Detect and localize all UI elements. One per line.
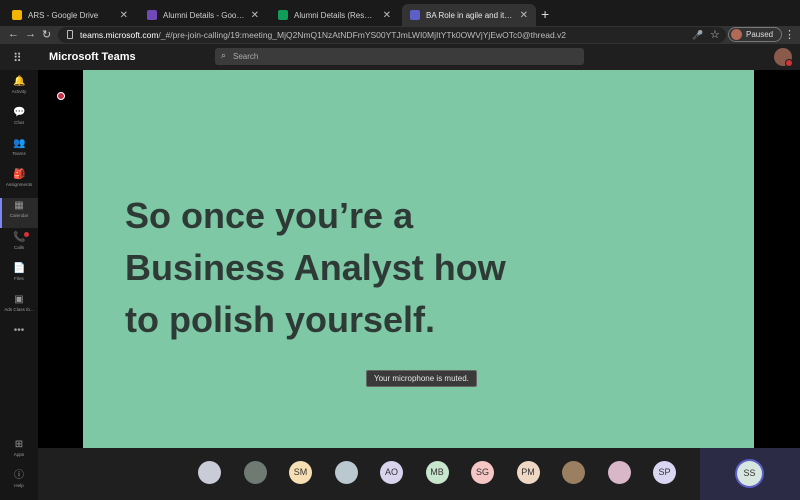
tab-favicon-icon xyxy=(410,10,420,20)
teams-icon: 👥 xyxy=(13,138,26,149)
participant-avatar[interactable] xyxy=(334,461,358,484)
participant-avatar[interactable]: AO xyxy=(380,461,403,484)
tab-favicon-icon xyxy=(12,10,22,20)
assignments-icon: 🎒 xyxy=(13,169,26,180)
missed-call-badge xyxy=(24,232,29,237)
browser-menu-icon[interactable]: ⋮ xyxy=(784,28,795,41)
close-tab-icon[interactable]: ✕ xyxy=(383,10,391,21)
profile-status: Paused xyxy=(746,30,774,39)
search-input[interactable]: ⌕ Search xyxy=(215,48,584,65)
url-host: teams.microsoft.com xyxy=(80,30,159,40)
rail-label: Chat xyxy=(14,120,24,125)
rail-item-assignments[interactable]: 🎒 Assignments xyxy=(0,167,38,197)
rail-label: Help xyxy=(14,483,24,488)
participant-avatar[interactable]: MB xyxy=(425,461,449,484)
new-tab-button[interactable]: + xyxy=(541,6,549,22)
bookmark-star-icon[interactable]: ☆ xyxy=(710,28,720,41)
rail-item-more[interactable]: ••• xyxy=(0,323,38,353)
rail-label: Teams xyxy=(12,151,26,156)
participant-avatar[interactable]: SG xyxy=(471,461,494,484)
rail-item-teams[interactable]: 👥 Teams xyxy=(0,136,38,166)
app-launcher-icon[interactable]: ⠿ xyxy=(13,51,22,65)
rail-item-help[interactable]: ⓘ Help xyxy=(0,468,38,498)
forward-icon[interactable]: → xyxy=(25,28,36,40)
rail-item-files[interactable]: 📄 Files xyxy=(0,261,38,291)
participant-avatar[interactable] xyxy=(562,461,585,484)
microphone-icon[interactable]: 🎤 xyxy=(692,30,703,41)
rail-label: Activity xyxy=(11,89,27,94)
browser-tab[interactable]: ARS - Google Drive ✕ xyxy=(4,4,136,26)
url-text[interactable]: teams.microsoft.com/_#/pre-join-calling/… xyxy=(80,30,566,40)
participant-avatar[interactable]: SM xyxy=(289,461,312,484)
app-rail: 🔔 Activity 💬 Chat 👥 Teams 🎒 Assignments ▦ Calenda… xyxy=(0,70,38,500)
participant-avatar[interactable] xyxy=(243,461,267,484)
user-avatar[interactable] xyxy=(774,48,793,67)
self-initials: SS xyxy=(737,461,762,486)
rail-label: Apps xyxy=(13,452,25,457)
rail-item-calls[interactable]: 📞 Calls xyxy=(0,230,38,260)
profile-avatar xyxy=(731,29,742,40)
search-placeholder: Search xyxy=(233,52,259,61)
tab-title: ARS - Google Drive xyxy=(28,10,99,20)
rail-item-calendar[interactable]: ▦ Calendar xyxy=(0,198,38,228)
profile-paused-button[interactable]: Paused xyxy=(728,27,783,42)
rail-item-ads-class-ib[interactable]: ▣ Ads Class Ib... xyxy=(0,292,38,322)
participant-avatar[interactable] xyxy=(607,461,631,484)
browser-tab-bar: ARS - Google Drive ✕ Alumni Details - Goog… xyxy=(0,0,800,26)
rail-label: Calls xyxy=(13,245,25,250)
reload-icon[interactable]: ↻ xyxy=(42,28,51,41)
tab-title: Alumni Details - Google Forms xyxy=(163,10,245,20)
rail-label: Ads Class Ib... xyxy=(4,307,34,312)
help-icon: ⓘ xyxy=(14,470,24,481)
rail-label: Assignments xyxy=(5,182,33,187)
bell-icon: 🔔 xyxy=(13,76,26,87)
teams-header: ⠿ Microsoft Teams ⌕ Search xyxy=(0,44,800,70)
apps-icon: ⊞ xyxy=(14,439,24,450)
rail-label: Calendar xyxy=(9,213,29,218)
chat-icon: 💬 xyxy=(13,107,26,118)
files-icon: 📄 xyxy=(13,263,26,274)
browser-tab[interactable]: Alumni Details - Google Forms ✕ xyxy=(139,4,267,26)
tab-favicon-icon xyxy=(278,10,288,20)
url-path: /_#/pre-join-calling/19:meeting_MjQ2NmQ1… xyxy=(158,30,567,40)
lock-icon xyxy=(67,30,73,39)
close-tab-icon[interactable]: ✕ xyxy=(251,10,259,21)
close-tab-icon[interactable]: ✕ xyxy=(520,10,528,21)
shared-slide: So once you’re a Business Analyst how to… xyxy=(83,70,754,448)
address-bar[interactable]: teams.microsoft.com/_#/pre-join-calling/… xyxy=(58,27,726,43)
self-avatar-ring: SS xyxy=(735,459,764,488)
back-icon[interactable]: ← xyxy=(8,28,19,40)
rail-item-chat[interactable]: 💬 Chat xyxy=(0,105,38,135)
rail-item-activity[interactable]: 🔔 Activity xyxy=(0,74,38,104)
participant-strip xyxy=(38,448,800,500)
rail-label: Files xyxy=(14,276,24,281)
tab-favicon-icon xyxy=(147,10,157,20)
more-icon: ••• xyxy=(13,325,25,336)
rail-item-apps[interactable]: ⊞ Apps xyxy=(0,437,38,467)
close-tab-icon[interactable]: ✕ xyxy=(120,10,128,21)
slide-text: So once you’re a Business Analyst how to… xyxy=(125,195,506,340)
browser-toolbar: ← → ↻ teams.microsoft.com/_#/pre-join-ca… xyxy=(0,26,800,44)
recording-indicator-icon xyxy=(57,92,65,100)
app-title: Microsoft Teams xyxy=(49,51,136,63)
browser-tab[interactable]: Alumni Details (Responses) - G ✕ xyxy=(270,4,399,26)
app-icon: ▣ xyxy=(14,294,24,305)
tab-title: Alumni Details (Responses) - G xyxy=(294,10,377,20)
calendar-icon: ▦ xyxy=(14,200,24,211)
tab-title: BA Role in agile and its sco xyxy=(426,10,514,20)
self-video[interactable]: SS xyxy=(700,448,800,500)
participant-avatar[interactable]: PM xyxy=(516,461,540,484)
mic-muted-toast: Your microphone is muted. xyxy=(366,370,477,387)
participant-avatar[interactable] xyxy=(198,461,221,484)
search-icon: ⌕ xyxy=(221,50,227,60)
participant-avatar[interactable]: SP xyxy=(653,461,676,484)
browser-tab[interactable]: BA Role in agile and its sco ✕ xyxy=(402,4,536,26)
